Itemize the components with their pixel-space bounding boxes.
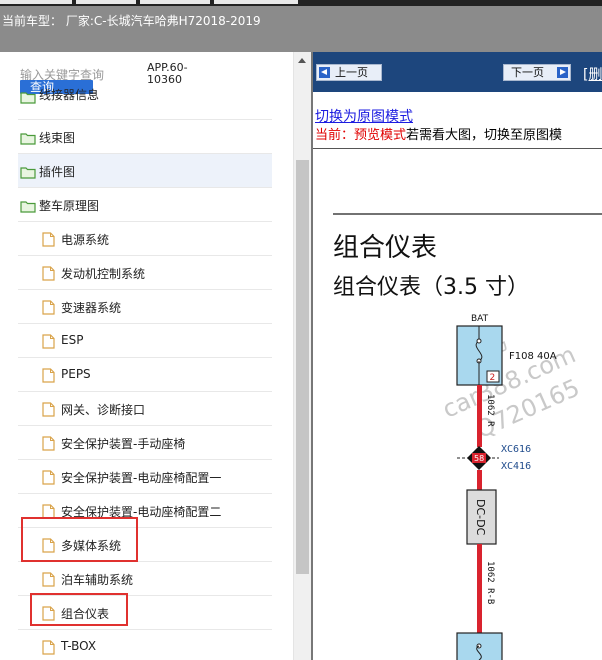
tree-folder-item[interactable]: 插件图 — [18, 154, 272, 188]
document-icon — [42, 436, 55, 455]
document-icon — [42, 334, 55, 353]
tree-item-label: 线束图 — [39, 131, 76, 145]
document-icon — [42, 470, 55, 489]
arrow-left-icon — [319, 67, 330, 78]
tree-file-item[interactable]: T-BOX — [18, 630, 272, 660]
tree-item-label: 安全保护装置-手动座椅 — [61, 437, 186, 451]
window-tab[interactable] — [214, 0, 298, 4]
tree-file-item[interactable]: 泊车辅助系统 — [18, 562, 272, 596]
tree-file-item[interactable]: 发动机控制系统 — [18, 256, 272, 290]
connector-pin: 58 — [474, 454, 484, 463]
tree-folder-item[interactable]: 线束图 — [18, 120, 272, 154]
tree-item-label: PEPS — [61, 367, 91, 381]
window-tab[interactable] — [140, 0, 210, 4]
tree-item-label: 电源系统 — [61, 233, 110, 247]
tree-file-item[interactable]: ESP — [18, 324, 272, 358]
fuse-label: F108 40A — [509, 351, 557, 362]
tree-item-label: 插件图 — [39, 165, 76, 179]
delete-link[interactable]: [删 — [583, 64, 602, 84]
tree-folder-partial[interactable]: 线接器信息 — [18, 88, 272, 120]
bat-label: BAT — [471, 314, 489, 324]
folder-icon — [20, 164, 36, 183]
prev-page-label: 上一页 — [335, 66, 368, 79]
tree-item-label: 变速器系统 — [61, 301, 122, 315]
fuse-terminal — [476, 338, 482, 344]
folder-icon — [20, 198, 36, 217]
connector-a-label: XC616 — [501, 444, 531, 455]
next-page-button[interactable]: 下一页 — [503, 64, 571, 81]
top-bar: 当前车型： 厂家:C-长城汽车哈弗H72018-2019 — [0, 0, 602, 52]
tree-file-item[interactable]: 安全保护装置-电动座椅配置一 — [18, 460, 272, 494]
status-suffix: 若需看大图，切换至原图模 — [406, 128, 563, 143]
window-tab[interactable] — [76, 0, 136, 4]
folder-icon — [20, 130, 36, 149]
tree-item-label: 安全保护装置-电动座椅配置一 — [61, 471, 222, 485]
wire1-label: 1062 R — [485, 394, 495, 427]
document-icon — [42, 232, 55, 251]
wire-segment-2 — [477, 470, 482, 490]
tree-item-label: 泊车辅助系统 — [61, 573, 134, 587]
tree-scrollbar[interactable] — [293, 52, 311, 660]
tree-file-item[interactable]: 电源系统 — [18, 222, 272, 256]
diagram-title: 组合仪表 — [333, 233, 437, 263]
tree-file-item[interactable]: 网关、诊断接口 — [18, 392, 272, 426]
tree-item-label: 整车原理图 — [39, 199, 100, 213]
wiring-diagram: 组合仪表 组合仪表（3.5 寸） 畅易 car388.com Q720165 B… — [333, 213, 602, 660]
tree-file-item[interactable]: 安全保护装置-手动座椅 — [18, 426, 272, 460]
window-tab-strip — [0, 0, 602, 6]
highlight-box-instrument — [30, 593, 128, 626]
document-icon — [42, 368, 55, 387]
connector-b-label: XC416 — [501, 461, 531, 472]
viewer-toolbar: 上一页 下一页 [删 — [313, 52, 602, 92]
document-icon — [42, 300, 55, 319]
tree-item-label: T-BOX — [61, 639, 97, 653]
document-icon — [42, 402, 55, 421]
wire2-label: 1062 R-B — [485, 561, 495, 604]
tree-file-item[interactable]: 变速器系统 — [18, 290, 272, 324]
scroll-up-arrow-icon[interactable] — [298, 58, 306, 63]
catalog-tree: 线接器信息线束图插件图整车原理图电源系统发动机控制系统 变速器系统 ESP PEPS 网… — [18, 88, 272, 660]
current-model-title: 当前车型： 厂家:C-长城汽车哈弗H72018-2019 — [2, 14, 261, 28]
pin-number: 2 — [490, 373, 496, 383]
diagram-subtitle: 组合仪表（3.5 寸） — [333, 275, 529, 300]
arrow-right-icon — [557, 67, 568, 78]
preview-mode-status: 当前：预览模式若需看大图，切换至原图模 — [315, 124, 562, 143]
tree-folder-item[interactable]: 整车原理图 — [18, 188, 272, 222]
diagram-viewer: 上一页 下一页 [删 切换为原图模式 当前：预览模式若需看大图，切换至原图模 组… — [311, 52, 602, 660]
document-icon — [42, 572, 55, 591]
highlight-box-multimedia — [21, 517, 138, 562]
app-id-line2: 10360 — [147, 73, 182, 86]
folder-icon — [20, 89, 36, 108]
tree-item-label: 发动机控制系统 — [61, 267, 146, 281]
app-id-label: APP.60- 10360 — [147, 62, 188, 86]
document-icon — [42, 266, 55, 285]
wire-segment-3 — [477, 544, 482, 634]
status-prefix: 当前：预览模式 — [315, 128, 407, 143]
document-icon — [42, 640, 55, 659]
next-page-label: 下一页 — [511, 66, 544, 79]
window-tab[interactable] — [0, 0, 72, 4]
tree-file-item[interactable]: PEPS — [18, 358, 272, 392]
prev-page-button[interactable]: 上一页 — [316, 64, 382, 81]
left-pane: 输入关键字查询 查询 APP.60- 10360 线接器信息 线束图 插件图 整车原理… — [0, 52, 311, 660]
wire-segment-1 — [477, 385, 482, 447]
tree-item-label: 线接器信息 — [39, 88, 100, 102]
scroll-thumb[interactable] — [296, 160, 309, 574]
dcdc-label: DC-DC — [474, 499, 487, 536]
tree-item-label: ESP — [61, 333, 84, 347]
tree-item-label: 网关、诊断接口 — [61, 403, 146, 417]
watermark: 畅易 car388.com Q720165 — [438, 329, 583, 444]
switch-original-mode-link[interactable]: 切换为原图模式 — [315, 106, 413, 126]
